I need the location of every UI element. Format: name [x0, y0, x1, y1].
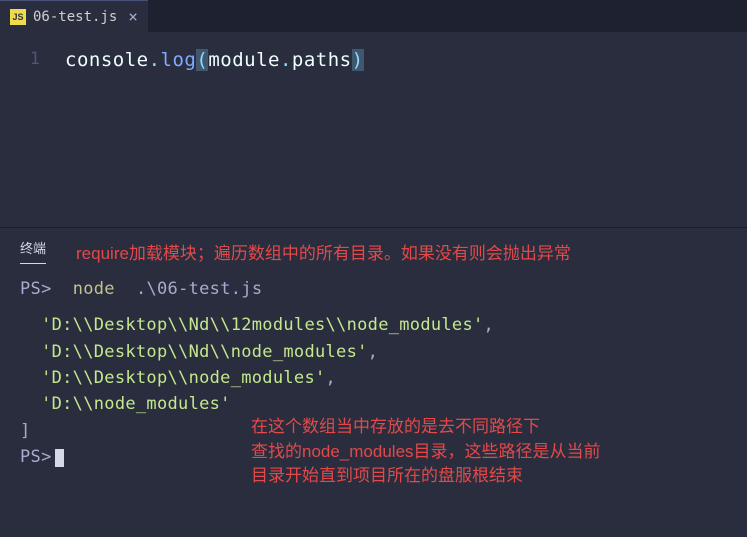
tab-bar: JS 06-test.js × [0, 0, 747, 32]
comma: , [326, 368, 337, 388]
comma: , [484, 315, 495, 335]
output-path: 'D:\\node_modules' [41, 394, 231, 414]
token-identifier: console [65, 49, 149, 71]
token-dot: . [280, 49, 292, 71]
code-editor[interactable]: 1 console.log(module.paths) [0, 32, 747, 227]
terminal-line: 'D:\\Desktop\\Nd\\12modules\\node_module… [20, 312, 727, 338]
line-number: 1 [0, 49, 65, 71]
editor-tab[interactable]: JS 06-test.js × [0, 0, 148, 32]
cursor-icon [55, 449, 64, 467]
token-property: paths [292, 49, 352, 71]
token-dot: . [149, 49, 161, 71]
terminal-line: 'D:\\Desktop\\node_modules', [20, 365, 727, 391]
token-method: log [161, 49, 197, 71]
terminal-panel: 终端 require加载模块；遍历数组中的所有目录。如果没有则会抛出异常 PS>… [0, 228, 747, 480]
annotation-text: 目录开始直到项目所在的盘服根结束 [251, 464, 601, 489]
output-path: 'D:\\Desktop\\Nd\\12modules\\node_module… [41, 315, 483, 335]
terminal-prompt: PS> [20, 447, 52, 467]
token-lparen: ( [196, 49, 208, 71]
annotation-text: 查找的node_modules目录，这些路径是从当前 [251, 440, 601, 465]
annotation-block: 在这个数组当中存放的是去不同路径下 查找的node_modules目录，这些路径… [251, 415, 601, 489]
annotation-text: 在这个数组当中存放的是去不同路径下 [251, 415, 601, 440]
tab-filename: 06-test.js [33, 9, 117, 25]
code-line: 1 console.log(module.paths) [0, 47, 747, 73]
js-file-icon: JS [10, 9, 26, 25]
token-identifier: module [208, 49, 280, 71]
comma: , [368, 342, 379, 362]
terminal-command: node [62, 279, 115, 299]
output-path: 'D:\\Desktop\\Nd\\node_modules' [41, 342, 368, 362]
terminal-header: 终端 require加载模块；遍历数组中的所有目录。如果没有则会抛出异常 [20, 238, 727, 264]
terminal-line: 'D:\\Desktop\\Nd\\node_modules', [20, 339, 727, 365]
close-icon[interactable]: × [128, 7, 138, 26]
terminal-arg: .\06-test.js [125, 279, 262, 299]
code-content: console.log(module.paths) [65, 49, 364, 71]
terminal-prompt: PS> [20, 279, 52, 299]
terminal-tab[interactable]: 终端 [20, 238, 46, 264]
spacer [20, 302, 727, 312]
terminal-line: 'D:\\node_modules' [20, 391, 727, 417]
terminal-line: PS> node .\06-test.js [20, 276, 727, 302]
bracket: ] [20, 421, 31, 441]
token-rparen: ) [352, 49, 364, 71]
output-path: 'D:\\Desktop\\node_modules' [41, 368, 325, 388]
annotation-text: require加载模块；遍历数组中的所有目录。如果没有则会抛出异常 [76, 239, 571, 264]
